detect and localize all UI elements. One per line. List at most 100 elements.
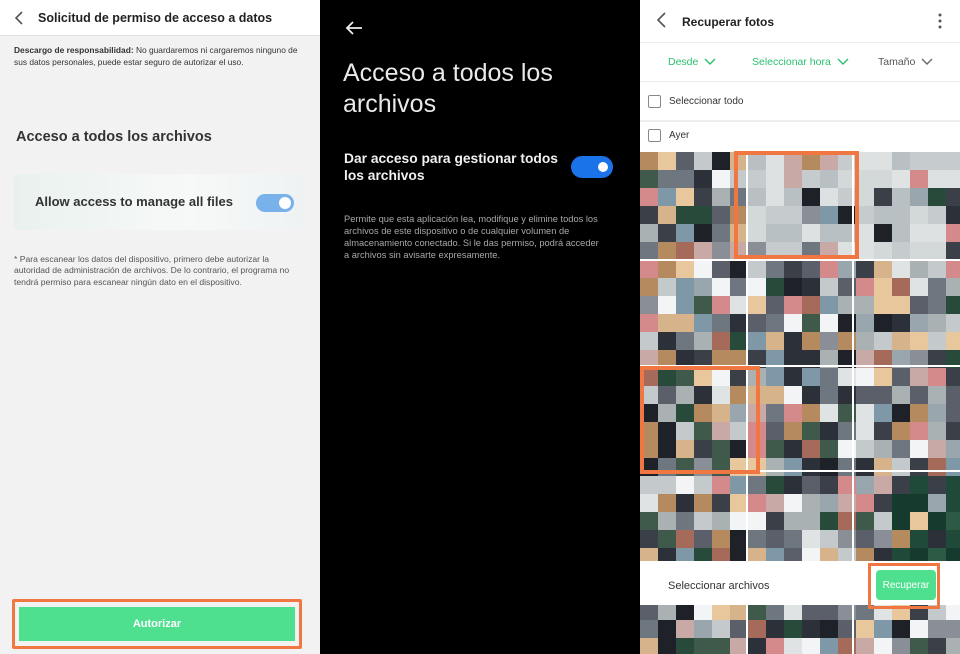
thumbnail-pixel xyxy=(910,170,928,188)
thumbnail-pixel xyxy=(784,404,802,422)
thumbnail-pixel xyxy=(946,440,960,458)
thumbnail-pixel xyxy=(856,386,874,404)
thumbnail-pixel xyxy=(730,476,748,494)
thumbnail-pixel xyxy=(712,242,730,260)
filter-size[interactable]: Tamaño xyxy=(878,56,933,68)
thumbnail-pixel xyxy=(676,332,694,350)
thumbnail-pixel xyxy=(784,440,802,458)
thumbnail-pixel xyxy=(874,368,892,386)
thumbnail-pixel xyxy=(730,620,748,638)
thumbnail-pixel xyxy=(640,152,658,170)
group-checkbox[interactable] xyxy=(648,128,661,142)
thumbnail-pixel xyxy=(766,278,784,296)
thumbnail-pixel xyxy=(874,476,892,494)
thumbnail-pixel xyxy=(928,170,946,188)
thumbnail-pixel xyxy=(892,170,910,188)
back-arrow-icon[interactable] xyxy=(0,0,38,36)
thumbnail-pixel xyxy=(910,224,928,242)
thumbnail-pixel xyxy=(928,278,946,296)
thumbnail-pixel xyxy=(640,242,658,260)
thumbnail-pixel xyxy=(820,494,838,512)
thumbnail-pixel xyxy=(910,260,928,278)
thumbnail-pixel xyxy=(766,386,784,404)
thumbnail-pixel xyxy=(856,476,874,494)
thumbnail-pixel xyxy=(892,530,910,548)
thumbnail-pixel xyxy=(766,404,784,422)
thumbnail-pixel xyxy=(676,638,694,654)
thumbnail-pixel xyxy=(946,242,960,260)
back-chevron-icon[interactable] xyxy=(652,10,672,30)
thumbnail-pixel xyxy=(928,458,946,476)
thumbnail-pixel xyxy=(856,440,874,458)
thumbnail-pixel xyxy=(946,188,960,206)
thumbnail-pixel xyxy=(676,494,694,512)
thumbnail-pixel xyxy=(694,152,712,170)
thumbnail-pixel xyxy=(802,440,820,458)
thumbnail-pixel xyxy=(712,638,730,654)
select-all-checkbox[interactable] xyxy=(648,94,661,108)
permission-description: Permite que esta aplicación lea, modifiq… xyxy=(344,214,599,260)
thumbnail-pixel xyxy=(802,476,820,494)
thumbnail-pixel xyxy=(820,476,838,494)
filter-from[interactable]: Desde xyxy=(668,56,716,68)
thumbnail-pixel xyxy=(658,170,676,188)
thumbnail-pixel xyxy=(874,422,892,440)
thumbnail-pixel xyxy=(658,206,676,224)
thumbnail-pixel xyxy=(856,620,874,638)
thumbnail-pixel xyxy=(748,476,766,494)
manage-all-files-toggle[interactable] xyxy=(571,156,613,178)
thumbnail-pixel xyxy=(820,530,838,548)
thumbnail-pixel xyxy=(748,314,766,332)
thumbnail-pixel xyxy=(928,296,946,314)
thumbnail-pixel xyxy=(856,422,874,440)
thumbnail-pixel xyxy=(640,296,658,314)
thumbnail-pixel xyxy=(874,278,892,296)
thumbnail-pixel xyxy=(676,530,694,548)
thumbnail-pixel xyxy=(694,296,712,314)
thumbnail-pixel xyxy=(766,638,784,654)
select-all-label: Seleccionar todo xyxy=(669,95,744,107)
thumbnail-pixel xyxy=(784,512,802,530)
thumbnail-pixel xyxy=(784,260,802,278)
thumbnail-pixel xyxy=(676,476,694,494)
thumbnail-pixel xyxy=(748,332,766,350)
thumbnail-pixel xyxy=(874,638,892,654)
thumbnail-pixel xyxy=(640,206,658,224)
thumbnail-pixel xyxy=(712,152,730,170)
more-options-icon[interactable] xyxy=(932,12,948,30)
thumbnail-pixel xyxy=(658,314,676,332)
group-header-yesterday[interactable]: Ayer xyxy=(640,120,960,150)
thumbnail-pixel xyxy=(928,476,946,494)
back-arrow-icon[interactable] xyxy=(342,16,366,40)
thumbnail-pixel xyxy=(676,512,694,530)
thumbnail-pixel xyxy=(784,494,802,512)
authorize-button[interactable]: Autorizar xyxy=(19,607,295,641)
recover-button[interactable]: Recuperar xyxy=(876,570,936,600)
manage-files-toggle[interactable] xyxy=(256,194,294,212)
thumbnail-pixel xyxy=(910,530,928,548)
thumbnail-pixel xyxy=(946,638,960,654)
thumbnail-pixel xyxy=(676,620,694,638)
thumbnail-pixel xyxy=(856,314,874,332)
filter-time[interactable]: Seleccionar hora xyxy=(752,56,849,68)
thumbnail-pixel xyxy=(694,332,712,350)
thumbnail-pixel xyxy=(874,188,892,206)
thumbnail-pixel xyxy=(856,638,874,654)
thumbnail-pixel xyxy=(802,314,820,332)
thumbnail-pixel xyxy=(694,242,712,260)
thumbnail-pixel xyxy=(910,620,928,638)
select-all-row[interactable]: Seleccionar todo xyxy=(640,86,960,116)
thumbnail-pixel xyxy=(928,188,946,206)
select-files-label: Seleccionar archivos xyxy=(668,580,770,592)
filter-time-label: Seleccionar hora xyxy=(752,56,831,68)
thumbnail-pixel xyxy=(892,152,910,170)
thumbnail-pixel xyxy=(946,494,960,512)
thumbnail-pixel xyxy=(856,332,874,350)
toggle-knob xyxy=(598,162,608,172)
thumbnail-pixel xyxy=(856,368,874,386)
thumbnail-pixel xyxy=(892,278,910,296)
thumbnail-pixel xyxy=(856,512,874,530)
thumbnail-pixel xyxy=(640,170,658,188)
thumbnail-pixel xyxy=(928,512,946,530)
thumbnail-pixel xyxy=(766,512,784,530)
